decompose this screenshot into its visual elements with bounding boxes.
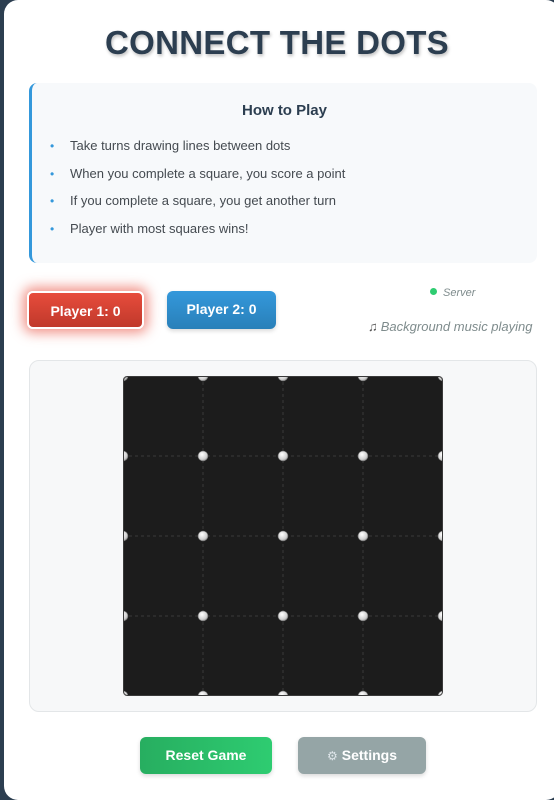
how-to-play-heading: How to Play: [241, 102, 327, 119]
board-dot[interactable]: [357, 450, 369, 462]
board-dot[interactable]: [197, 450, 209, 462]
board-dot[interactable]: [197, 610, 209, 622]
rules-list: • Take turns drawing lines between dots •…: [50, 137, 345, 248]
player-1-score[interactable]: Player 1: 0: [27, 291, 144, 329]
bullet-icon: •: [50, 166, 55, 181]
game-board[interactable]: [123, 376, 443, 696]
settings-label: Settings: [341, 747, 397, 763]
board-dot[interactable]: [277, 610, 289, 622]
board-dot[interactable]: [357, 610, 369, 622]
server-status: Server: [430, 287, 475, 299]
status-dot-icon: [430, 288, 437, 295]
board-dot[interactable]: [277, 450, 289, 462]
settings-button[interactable]: ⚙ Settings: [298, 737, 426, 774]
bullet-icon: •: [50, 222, 55, 237]
server-label: Server: [443, 287, 476, 299]
music-status: ♫ Background music playing: [368, 319, 533, 334]
music-note-icon: ♫: [368, 319, 378, 334]
board-dot[interactable]: [277, 530, 289, 542]
rule-item: • Take turns drawing lines between dots: [50, 138, 291, 153]
board-dot[interactable]: [357, 530, 369, 542]
rule-item: • When you complete a square, you score a…: [50, 165, 346, 181]
rule-item: • Player with most squares wins!: [50, 221, 249, 237]
board-dot[interactable]: [197, 530, 209, 542]
reset-game-button[interactable]: Reset Game: [140, 737, 272, 774]
player-2-score[interactable]: Player 2: 0: [167, 291, 276, 329]
page-title: CONNECT THE DOTS: [105, 24, 449, 61]
rule-item: • If you complete a square, you get anoth…: [50, 193, 336, 209]
music-label: Background music playing: [380, 319, 533, 334]
gear-icon: ⚙: [327, 749, 338, 763]
how-to-play-panel: How to Play • Take turns drawing lines be…: [29, 83, 537, 263]
bullet-icon: •: [50, 194, 55, 209]
bullet-icon: •: [50, 139, 55, 153]
